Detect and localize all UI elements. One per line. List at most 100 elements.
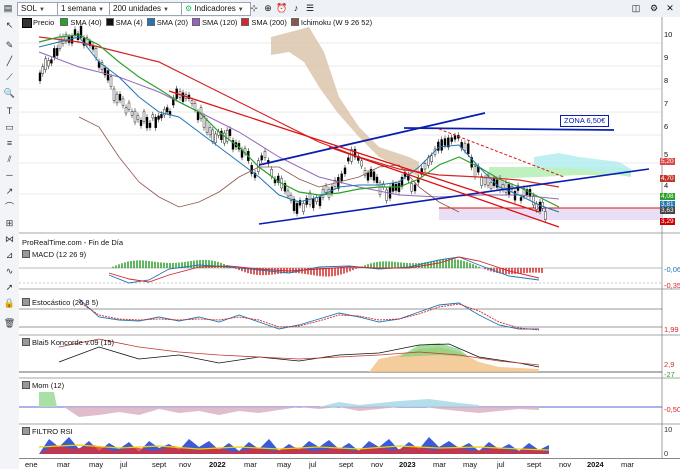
macd-histogram-bar [169, 263, 171, 268]
candle-body [444, 139, 446, 146]
momentum-tag: -0,50 [664, 405, 680, 414]
chart-type-icon[interactable]: ▤ [2, 2, 14, 14]
candle-body [264, 151, 266, 158]
x-axis-tick: mar [433, 460, 446, 469]
x-axis-tick: sept [339, 460, 353, 469]
pencil-tool-icon[interactable]: ✎ [3, 39, 16, 52]
arc-tool-icon[interactable]: ⌒ [3, 201, 16, 214]
zoom-icon[interactable]: ⊕ [262, 2, 274, 14]
candle-body [163, 109, 165, 115]
candle-body [296, 203, 298, 213]
legend-item[interactable]: SMA (120) [188, 18, 237, 27]
macd-histogram-bar [451, 259, 453, 268]
candle-body [191, 100, 193, 103]
grid-tool-icon[interactable]: ⊞ [3, 217, 16, 230]
symbol-select[interactable]: SOL▼ [17, 2, 61, 16]
y-axis-tick: 6 [664, 122, 668, 131]
ray-tool-icon[interactable]: ⟋ [3, 71, 16, 84]
macd-histogram-bar [343, 268, 345, 274]
units-select[interactable]: 200 unidades▼ [109, 2, 185, 16]
macd-histogram-bar [469, 263, 471, 268]
indicator-legend: Precio SMA (40)SMA (4)SMA (20)SMA (120)S… [33, 18, 372, 28]
candle-body [373, 172, 375, 181]
layout-icon[interactable]: ☰ [304, 2, 316, 14]
trash-icon[interactable]: 🗑 [3, 317, 16, 330]
candle-body [361, 161, 363, 166]
macd-histogram-bar [379, 262, 381, 268]
settings-icon[interactable]: ⚙ [648, 2, 660, 14]
candle-body [467, 144, 469, 154]
rsi-filter-panel [39, 434, 549, 454]
bell-icon[interactable]: ♪ [290, 2, 302, 14]
macd-histogram-bar [541, 268, 543, 273]
rsi-filter-title[interactable]: FILTRO RSI [22, 427, 73, 436]
macd-histogram-bar [355, 268, 357, 269]
wave-tool-icon[interactable]: ∿ [3, 265, 16, 278]
indicators-button[interactable]: ⚙ Indicadores▼ [181, 2, 251, 16]
macd-histogram-bar [124, 262, 126, 268]
magnet-tool-icon[interactable]: ⋈ [3, 233, 16, 246]
select-tool-icon[interactable]: ↖ [3, 19, 16, 32]
macd-histogram-bar [466, 262, 468, 268]
macd-histogram-bar [391, 262, 393, 268]
legend-item[interactable]: SMA (40) [56, 18, 101, 27]
macd-histogram-bar [433, 261, 435, 268]
measure-tool-icon[interactable]: ⊿ [3, 249, 16, 262]
time-axis[interactable]: enemarmayjulseptnov2022marmayjulseptnov2… [19, 458, 680, 470]
legend-price[interactable]: Precio [33, 18, 54, 27]
x-axis-tick: may [89, 460, 103, 469]
legend-item[interactable]: SMA (20) [143, 18, 188, 27]
candle-body [197, 112, 199, 120]
close-icon[interactable]: ✕ [664, 2, 676, 14]
period-select[interactable]: 1 semana▼ [57, 2, 113, 16]
macd-histogram-bar [121, 263, 123, 268]
x-axis-tick: sept [527, 460, 541, 469]
macd-histogram-bar [334, 268, 336, 276]
candle-body [347, 158, 349, 161]
price-panel-icon[interactable] [22, 18, 32, 28]
arrow-tool-icon[interactable]: ➚ [3, 281, 16, 294]
koncorde-tag-2: -27 [664, 370, 675, 379]
y-axis-tick: 9 [664, 53, 668, 62]
momentum-title[interactable]: Mom (12) [22, 381, 64, 390]
macd-histogram-bar [478, 267, 480, 268]
candle-body [39, 73, 41, 81]
price-tag: 4,70 [660, 175, 675, 182]
stochastic-title[interactable]: Estocástico (26 8 5) [22, 298, 98, 307]
zoom-tool-icon[interactable]: 🔍 [3, 87, 16, 100]
candle-body [143, 112, 145, 121]
candle-body [59, 37, 61, 48]
macd-histogram-bar [457, 260, 459, 268]
macd-histogram-bar [484, 268, 486, 269]
candle-body [71, 36, 73, 43]
channel-tool-icon[interactable]: ⫽ [3, 153, 16, 166]
candle-body [194, 103, 196, 109]
fib-tool-icon[interactable]: ≡ [3, 137, 16, 150]
koncorde-title-text: Blai5 Koncorde v.09 (15) [32, 338, 114, 347]
trend-tool-icon[interactable]: ↗ [3, 185, 16, 198]
candle-body [206, 121, 208, 133]
candle-body [508, 184, 510, 195]
candle-body [50, 60, 52, 64]
rectangle-tool-icon[interactable]: ▭ [3, 121, 16, 134]
legend-item[interactable]: Ichimoku (W 9 26 52) [287, 18, 372, 27]
line-tool-icon[interactable]: ╱ [3, 55, 16, 68]
macd-histogram-bar [277, 268, 279, 274]
legend-item[interactable]: SMA (200) [237, 18, 286, 27]
candle-body [223, 133, 225, 143]
lock-tool-icon[interactable]: 🔒 [3, 297, 16, 310]
macd-histogram-bar [475, 265, 477, 268]
legend-item[interactable]: SMA (4) [102, 18, 143, 27]
screenshot-icon[interactable]: ◫ [630, 2, 642, 14]
horizontal-line-icon[interactable]: ─ [3, 169, 16, 182]
text-tool-icon[interactable]: T [3, 105, 16, 118]
macd-title[interactable]: MACD (12 26 9) [22, 250, 86, 259]
macd-histogram-bar [157, 262, 159, 268]
macd-histogram-bar [439, 260, 441, 268]
cursor-icon[interactable]: ⊹ [248, 2, 260, 14]
koncorde-title[interactable]: Blai5 Koncorde v.09 (15) [22, 338, 114, 347]
alert-icon[interactable]: ⏰ [276, 2, 288, 14]
x-axis-tick: jul [497, 460, 505, 469]
candle-body [152, 115, 154, 118]
candle-body [490, 183, 492, 189]
